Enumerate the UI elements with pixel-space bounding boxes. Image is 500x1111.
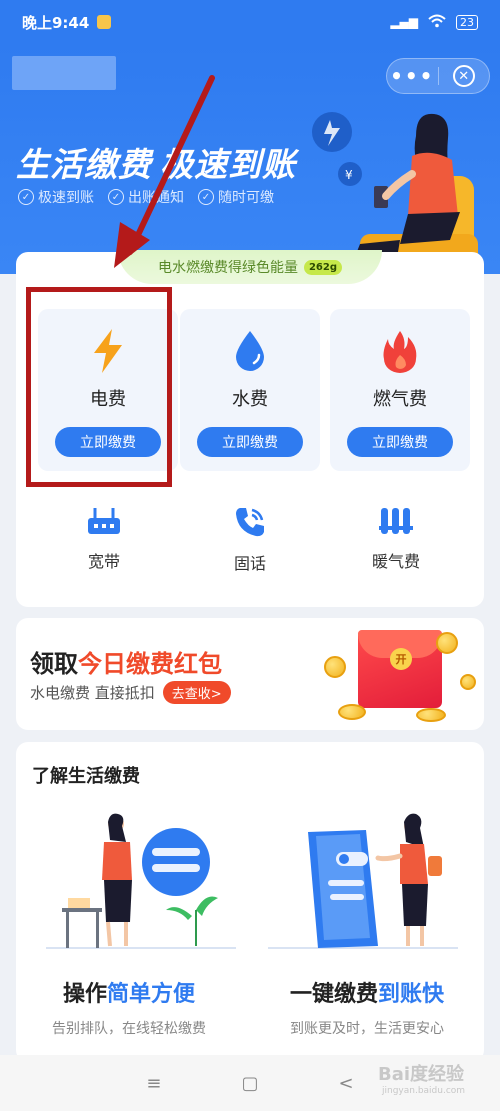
feature-label: 出账通知 bbox=[128, 190, 184, 206]
coin-icon bbox=[436, 632, 458, 654]
watermark-sub: jingyan.baidu.com bbox=[382, 1086, 466, 1096]
check-icon: ✓ bbox=[18, 189, 34, 205]
service-landline[interactable]: 固话 bbox=[190, 506, 310, 574]
signal-icon: ▂▄▆ bbox=[390, 15, 418, 29]
home-icon[interactable]: ▢ bbox=[241, 1073, 258, 1094]
coin-icon bbox=[324, 656, 346, 678]
coin-icon bbox=[416, 708, 446, 722]
watermark: Bai度经验 jingyan.baidu.com bbox=[378, 1060, 465, 1096]
service-label: 宽带 bbox=[87, 552, 120, 571]
green-energy-text: 电水燃缴费得绿色能量 bbox=[157, 260, 298, 276]
status-icons: ▂▄▆ 23 bbox=[390, 14, 478, 31]
hero-title-main: 生活缴费 bbox=[16, 145, 152, 184]
service-label: 暖气费 bbox=[371, 552, 420, 571]
info-caption-convenience: 操作简单方便 bbox=[24, 976, 234, 1008]
hero-title-accent: 极速到账 bbox=[160, 145, 296, 184]
svg-text:¥: ¥ bbox=[345, 168, 353, 182]
promo-title: 领取今日缴费红包 bbox=[30, 644, 222, 679]
watermark-main: Bai度经验 bbox=[378, 1064, 465, 1085]
promo-title-a: 领取 bbox=[30, 650, 78, 678]
phone-icon bbox=[236, 508, 264, 537]
info-caption-fast: 一键缴费到账快 bbox=[262, 976, 472, 1008]
back-icon[interactable]: < bbox=[339, 1073, 354, 1094]
flame-icon bbox=[382, 329, 418, 373]
promo-subtitle-text: 水电缴费 直接抵扣 bbox=[30, 684, 155, 702]
check-icon: ✓ bbox=[108, 189, 124, 205]
hero-illustration: ¥ bbox=[312, 112, 478, 270]
tile-gas[interactable]: 燃气费 立即缴费 bbox=[330, 309, 470, 471]
caption-part-b: 到账快 bbox=[378, 982, 445, 1007]
energy-badge: 262g bbox=[303, 259, 343, 275]
promo-card[interactable]: 领取今日缴费红包 水电缴费 直接抵扣 去查收> 开 bbox=[16, 618, 484, 730]
promo-subtitle: 水电缴费 直接抵扣 去查收> bbox=[30, 681, 231, 704]
check-reward-button[interactable]: 去查收> bbox=[162, 681, 231, 704]
mini-program-capsule: ••• ✕ bbox=[386, 58, 490, 94]
promo-title-b: 今日缴费红包 bbox=[78, 650, 222, 678]
coin-icon bbox=[460, 674, 476, 690]
coin-icon bbox=[338, 704, 366, 720]
service-broadband[interactable]: 宽带 bbox=[44, 506, 164, 572]
water-drop-icon bbox=[232, 329, 268, 373]
service-heating[interactable]: 暖气费 bbox=[336, 506, 456, 572]
caption-part-a: 操作 bbox=[62, 982, 107, 1007]
tile-water[interactable]: 水费 立即缴费 bbox=[180, 309, 320, 471]
convenience-illustration bbox=[46, 813, 236, 949]
feature-item: ✓ 随时可缴 bbox=[198, 187, 274, 207]
info-card: 了解生活缴费 操作简单方便 告别排队，在线轻松缴费 一键缴费到账快 到账更及时，… bbox=[16, 742, 484, 1062]
envelope-seal: 开 bbox=[390, 648, 412, 670]
caption-part-b: 简单方便 bbox=[107, 982, 196, 1007]
hero-features: ✓ 极速到账 ✓ 出账通知 ✓ 随时可缴 bbox=[18, 187, 274, 207]
router-icon bbox=[88, 508, 120, 534]
pay-now-button[interactable]: 立即缴费 bbox=[347, 427, 453, 457]
feature-label: 随时可缴 bbox=[218, 190, 274, 206]
radiator-icon bbox=[379, 508, 413, 534]
close-button[interactable]: ✕ bbox=[439, 65, 490, 87]
hero-title: 生活缴费 极速到账 bbox=[16, 138, 296, 186]
info-title: 了解生活缴费 bbox=[32, 766, 140, 787]
battery-icon: 23 bbox=[456, 14, 478, 30]
wifi-icon bbox=[428, 14, 446, 31]
feature-item: ✓ 出账通知 bbox=[108, 187, 184, 207]
feature-label: 极速到账 bbox=[38, 190, 94, 206]
tile-name: 水费 bbox=[232, 389, 268, 410]
caption-part-a: 一键缴费 bbox=[289, 982, 378, 1007]
feature-item: ✓ 极速到账 bbox=[18, 187, 94, 207]
service-label: 固话 bbox=[233, 554, 266, 573]
green-energy-banner: 电水燃缴费得绿色能量 262g bbox=[118, 250, 382, 284]
info-desc-convenience: 告别排队，在线轻松缴费 bbox=[52, 1021, 206, 1037]
pay-now-button[interactable]: 立即缴费 bbox=[197, 427, 303, 457]
tile-name: 燃气费 bbox=[373, 389, 427, 410]
fast-payment-illustration bbox=[268, 813, 458, 949]
blurred-title bbox=[12, 56, 116, 90]
check-icon: ✓ bbox=[198, 189, 214, 205]
more-button[interactable]: ••• bbox=[387, 64, 438, 88]
status-bar: 晚上9:44 ▂▄▆ 23 bbox=[0, 0, 500, 44]
menu-icon[interactable]: ≡ bbox=[146, 1073, 161, 1094]
app-notification-icon bbox=[97, 15, 112, 29]
red-envelope-icon: 开 bbox=[358, 630, 442, 708]
hero-banner: ••• ✕ 生活缴费 极速到账 ✓ 极速到账 ✓ 出账通知 ✓ 随时可缴 ¥ bbox=[0, 44, 500, 274]
highlight-box bbox=[26, 287, 172, 487]
status-time: 晚上9:44 bbox=[22, 13, 90, 32]
close-icon: ✕ bbox=[452, 65, 475, 87]
info-desc-fast: 到账更及时，生活更安心 bbox=[290, 1021, 444, 1037]
